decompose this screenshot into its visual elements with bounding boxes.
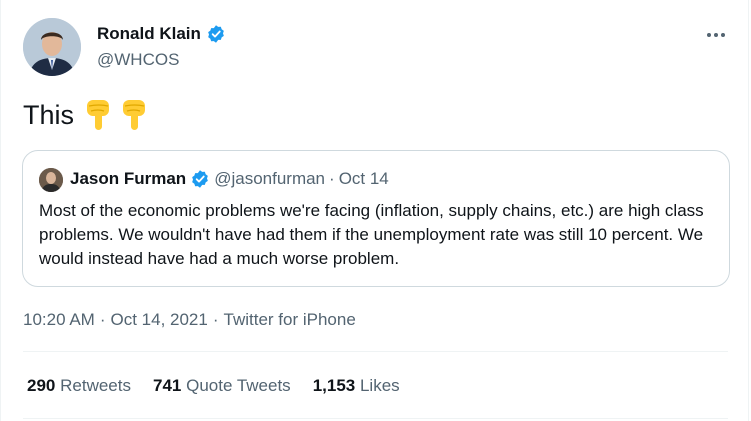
author-name[interactable]: Ronald Klain [97, 24, 226, 44]
likes-count: 1,153 [312, 376, 356, 395]
quoted-author-handle[interactable]: @jasonfurman [214, 169, 325, 189]
author-name-text[interactable]: Ronald Klain [97, 24, 201, 44]
tweet-source[interactable]: Twitter for iPhone [224, 310, 356, 330]
author-handle[interactable]: @WHCOS [97, 50, 179, 70]
tweet-time[interactable]: 10:20 AM [23, 310, 95, 330]
quoted-author-avatar[interactable] [39, 168, 63, 192]
more-dot [707, 33, 711, 37]
tweet-date[interactable]: Oct 14, 2021 [111, 310, 208, 330]
retweets-label: Retweets [60, 376, 131, 395]
retweets-stat[interactable]: 290 Retweets [27, 376, 131, 396]
quote-tweets-stat[interactable]: 741 Quote Tweets [153, 376, 291, 396]
quoted-text: Most of the economic problems we're faci… [39, 201, 704, 268]
backhand-index-pointing-down-icon [87, 100, 110, 130]
tweet-text-content: This [23, 99, 75, 130]
quote-tweets-label: Quote Tweets [186, 376, 291, 395]
avatar-photo-icon [23, 18, 81, 76]
more-dot [721, 33, 725, 37]
retweets-count: 290 [27, 376, 56, 395]
tweet-stats: 290 Retweets 741 Quote Tweets 1,153 Like… [27, 376, 400, 396]
likes-label: Likes [359, 376, 400, 395]
likes-stat[interactable]: 1,153 Likes [313, 376, 400, 396]
tweet-card: Ronald Klain @WHCOS This Jason Furman @j… [0, 0, 749, 421]
verified-badge-icon [208, 25, 224, 43]
author-avatar[interactable] [23, 18, 81, 76]
more-dot [714, 33, 718, 37]
separator: · [99, 310, 106, 329]
separator: · [212, 310, 219, 329]
quoted-tweet[interactable]: Jason Furman @jasonfurman · Oct 14 Most … [22, 150, 730, 287]
quoted-header: Jason Furman @jasonfurman · Oct 14 [70, 169, 389, 189]
tweet-meta: 10:20 AM · Oct 14, 2021 · Twitter for iP… [23, 310, 356, 330]
tweet-text: This [23, 98, 150, 132]
quoted-author-name[interactable]: Jason Furman [70, 169, 186, 189]
verified-badge-icon [192, 170, 209, 188]
quoted-date[interactable]: Oct 14 [339, 169, 389, 189]
divider [23, 418, 728, 419]
avatar-photo-icon [39, 168, 63, 192]
quote-tweets-count: 741 [152, 376, 182, 395]
backhand-index-pointing-down-icon [123, 100, 146, 130]
divider [23, 351, 728, 352]
emoji-group [84, 98, 150, 132]
more-options-icon[interactable] [705, 24, 727, 46]
separator: · [329, 169, 335, 188]
